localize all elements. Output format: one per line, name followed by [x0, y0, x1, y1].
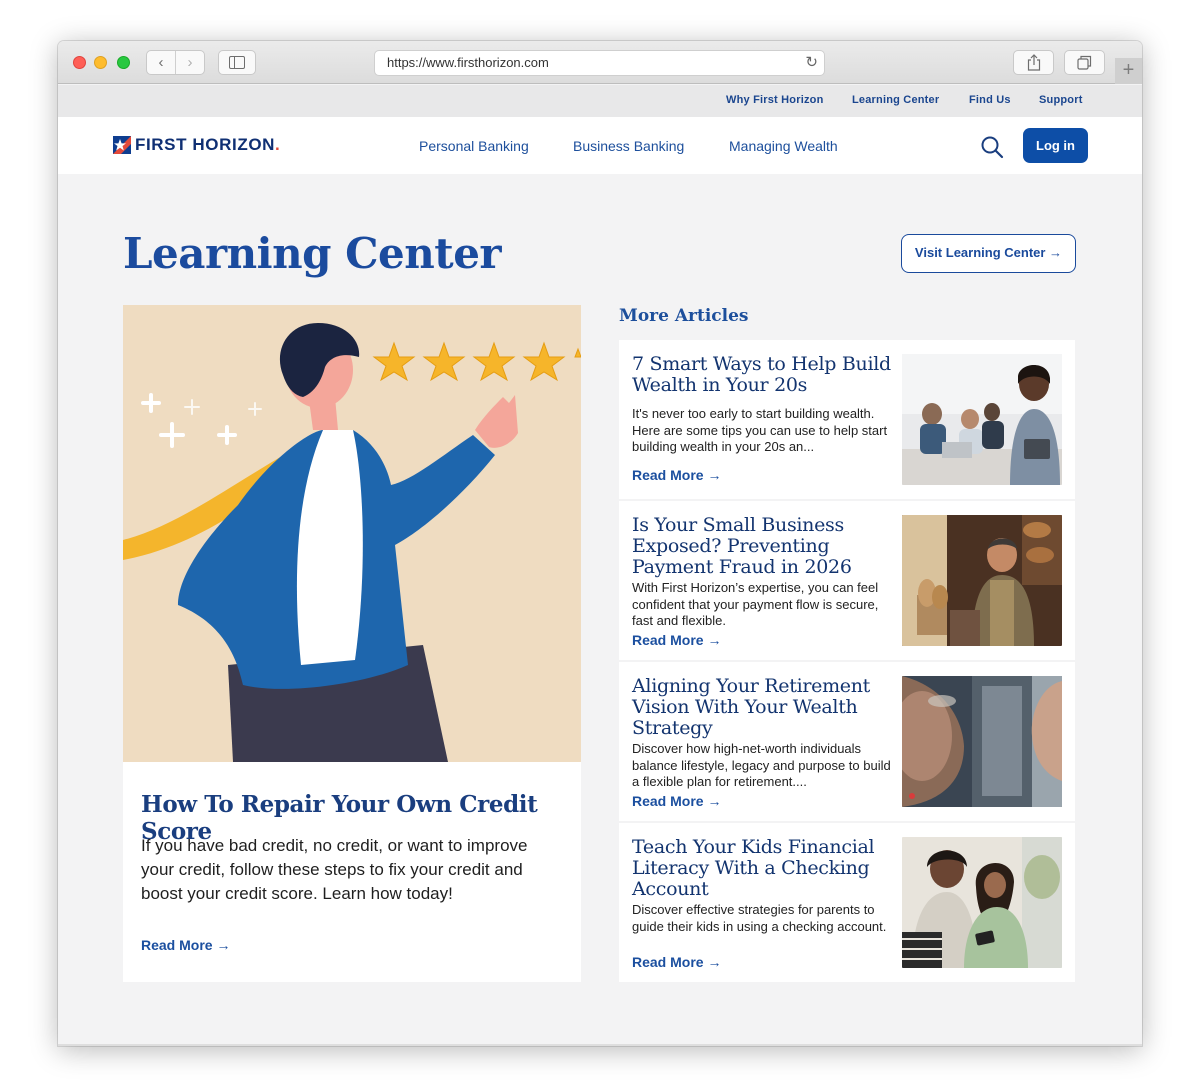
more-articles-heading: More Articles	[619, 306, 749, 326]
article-title[interactable]: Teach Your Kids Financial Literacy With …	[632, 837, 892, 900]
url-text: https://www.firsthorizon.com	[387, 55, 549, 70]
featured-article-card[interactable]: How To Repair Your Own Credit Score If y…	[123, 305, 581, 982]
utility-nav: Why First Horizon Learning Center Find U…	[58, 85, 1142, 117]
article-read-more-link[interactable]: Read More →	[632, 954, 721, 970]
history-navigation: ‹ ›	[146, 50, 205, 75]
browser-window: ‹ › https://www.firsthorizon.com ↻ + Why…	[58, 41, 1142, 1046]
new-tab-button[interactable]: +	[1115, 58, 1142, 84]
first-horizon-logo[interactable]: FIRST HORIZON.	[113, 135, 280, 155]
tabs-icon	[1077, 55, 1092, 70]
logo-text: FIRST HORIZON	[135, 135, 276, 154]
article-read-more-link[interactable]: Read More →	[632, 467, 721, 483]
article-title[interactable]: 7 Smart Ways to Help Build Wealth in You…	[632, 354, 892, 396]
retirement-couple-photo	[902, 676, 1062, 807]
reload-icon[interactable]: ↻	[805, 51, 818, 75]
article-card[interactable]: 7 Smart Ways to Help Build Wealth in You…	[619, 340, 1075, 499]
share-icon	[1027, 54, 1040, 71]
utility-link-find-us[interactable]: Find Us	[969, 94, 1011, 106]
utility-link-why-first-horizon[interactable]: Why First Horizon	[726, 94, 824, 106]
login-button[interactable]: Log in	[1023, 128, 1088, 163]
article-description: With First Horizon’s expertise, you can …	[632, 580, 879, 628]
forward-icon[interactable]: ›	[176, 51, 204, 74]
utility-link-support[interactable]: Support	[1039, 94, 1083, 106]
zoom-window-button[interactable]	[117, 56, 130, 69]
back-icon[interactable]: ‹	[147, 51, 175, 74]
share-button[interactable]	[1013, 50, 1054, 75]
article-card[interactable]: Aligning Your Retirement Vision With You…	[619, 662, 1075, 821]
article-thumbnail	[902, 515, 1062, 646]
nav-business-banking[interactable]: Business Banking	[573, 138, 684, 154]
minimize-window-button[interactable]	[94, 56, 107, 69]
show-tabs-button[interactable]	[1064, 50, 1105, 75]
close-window-button[interactable]	[73, 56, 86, 69]
visit-learning-center-button[interactable]: Visit Learning Center →	[901, 234, 1076, 273]
site-header: FIRST HORIZON. Personal Banking Business…	[58, 117, 1142, 174]
article-card[interactable]: Is Your Small Business Exposed? Preventi…	[619, 501, 1075, 660]
utility-link-learning-center[interactable]: Learning Center	[852, 94, 939, 106]
parent-child-phone-photo	[902, 837, 1062, 968]
article-title[interactable]: Aligning Your Retirement Vision With You…	[632, 676, 892, 739]
address-bar[interactable]: https://www.firsthorizon.com ↻	[374, 50, 825, 76]
article-read-more-link[interactable]: Read More →	[632, 793, 721, 809]
article-thumbnail	[902, 837, 1062, 968]
office-team-photo	[902, 354, 1062, 485]
sidebar-icon	[229, 56, 245, 69]
article-read-more-link[interactable]: Read More →	[632, 632, 721, 648]
featured-article-description: If you have bad credit, no credit, or wa…	[141, 836, 528, 903]
page-title: Learning Center	[123, 229, 502, 278]
bakery-owner-photo	[902, 515, 1062, 646]
nav-managing-wealth[interactable]: Managing Wealth	[729, 138, 838, 154]
article-thumbnail	[902, 676, 1062, 807]
credit-score-illustration	[123, 305, 581, 762]
sidebar-toggle-button[interactable]	[218, 50, 256, 75]
article-thumbnail	[902, 354, 1062, 485]
search-icon[interactable]	[980, 135, 1004, 159]
logo-star-icon	[113, 136, 131, 154]
article-description: Discover how high-net-worth individuals …	[632, 741, 891, 789]
logo-dot: .	[275, 135, 281, 154]
article-title[interactable]: Is Your Small Business Exposed? Preventi…	[632, 515, 892, 578]
article-card[interactable]: Teach Your Kids Financial Literacy With …	[619, 823, 1075, 982]
featured-illustration	[123, 305, 581, 762]
nav-personal-banking[interactable]: Personal Banking	[419, 138, 529, 154]
article-description: It's never too early to start building w…	[632, 406, 888, 454]
featured-read-more-link[interactable]: Read More →	[141, 937, 230, 953]
article-description: Discover effective strategies for parent…	[632, 902, 887, 934]
browser-toolbar: ‹ › https://www.firsthorizon.com ↻ +	[58, 41, 1142, 84]
window-bottom-edge	[58, 1044, 1142, 1046]
